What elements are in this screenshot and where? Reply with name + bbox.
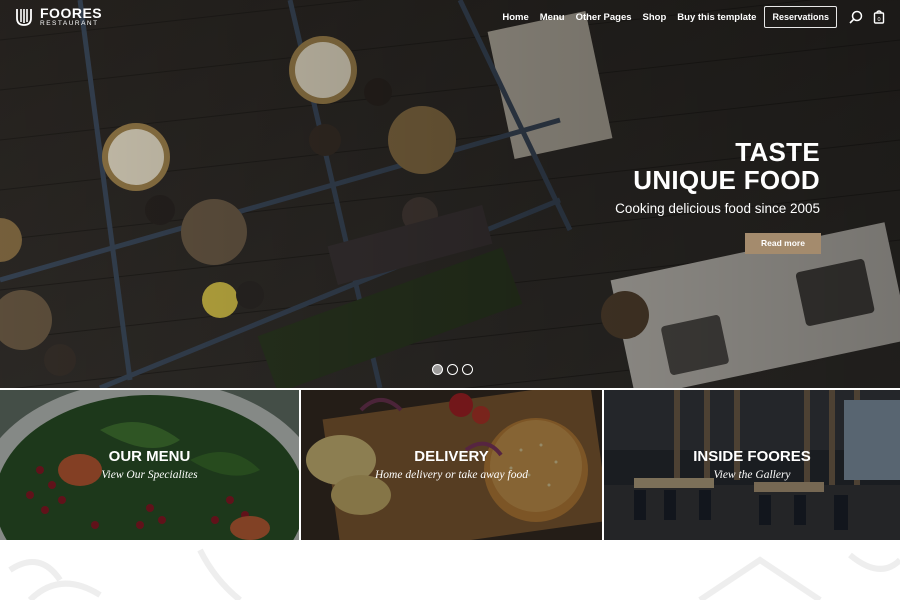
read-more-button[interactable]: Read more bbox=[745, 233, 821, 254]
sketch-decoration bbox=[8, 548, 900, 600]
tile-overlay bbox=[604, 390, 900, 540]
hero-title-line1: TASTE bbox=[735, 137, 820, 167]
hero-subtitle: Cooking delicious food since 2005 bbox=[615, 201, 820, 216]
tile-subtitle: Home delivery or take away food bbox=[375, 469, 528, 481]
cart-icon[interactable]: 0 bbox=[872, 10, 886, 24]
tile-inside-foores[interactable]: INSIDE FOORES View the Gallery bbox=[604, 390, 900, 540]
nav-link-home[interactable]: Home bbox=[502, 12, 528, 23]
tile-title: DELIVERY bbox=[414, 448, 489, 465]
tile-subtitle: View Our Specialites bbox=[101, 469, 198, 481]
hero-title: TASTE UNIQUE FOOD bbox=[490, 138, 820, 194]
reservations-button[interactable]: Reservations bbox=[764, 6, 837, 28]
tile-overlay bbox=[0, 390, 299, 540]
nav-link-buy-template[interactable]: Buy this template bbox=[677, 12, 756, 23]
logo-mark-icon bbox=[16, 8, 32, 26]
logo-text: FOORES RESTAURANT bbox=[40, 6, 102, 28]
hero-title-line2: UNIQUE FOOD bbox=[633, 165, 820, 195]
main-nav: Home Menu Other Pages Shop Buy this temp… bbox=[491, 6, 886, 28]
tile-title: INSIDE FOORES bbox=[693, 448, 811, 465]
tile-title: OUR MENU bbox=[108, 448, 191, 465]
slider-dot-1[interactable] bbox=[432, 364, 443, 375]
tile-subtitle: View the Gallery bbox=[713, 469, 791, 481]
nav-link-other-pages[interactable]: Other Pages bbox=[576, 12, 632, 23]
tile-overlay bbox=[301, 390, 602, 540]
brand-logo[interactable]: FOORES RESTAURANT bbox=[14, 6, 102, 28]
slider-dots bbox=[432, 364, 473, 375]
nav-link-menu[interactable]: Menu bbox=[540, 12, 565, 23]
tile-our-menu[interactable]: OUR MENU View Our Specialites bbox=[0, 390, 299, 540]
feature-tiles: OUR MENU View Our Specialites DELIVERY H… bbox=[0, 388, 900, 540]
page: FOORES RESTAURANT Home Menu Other Pages … bbox=[0, 0, 900, 600]
search-icon[interactable] bbox=[849, 10, 863, 24]
brand-name: FOORES bbox=[40, 5, 103, 21]
brand-tagline: RESTAURANT bbox=[40, 20, 99, 27]
cart-count: 0 bbox=[877, 17, 880, 23]
content-section-top bbox=[0, 540, 900, 600]
slider-dot-2[interactable] bbox=[447, 364, 458, 375]
tile-delivery[interactable]: DELIVERY Home delivery or take away food bbox=[301, 390, 602, 540]
nav-link-shop[interactable]: Shop bbox=[643, 12, 667, 23]
slider-dot-3[interactable] bbox=[462, 364, 473, 375]
hero-slider: FOORES RESTAURANT Home Menu Other Pages … bbox=[0, 0, 900, 388]
